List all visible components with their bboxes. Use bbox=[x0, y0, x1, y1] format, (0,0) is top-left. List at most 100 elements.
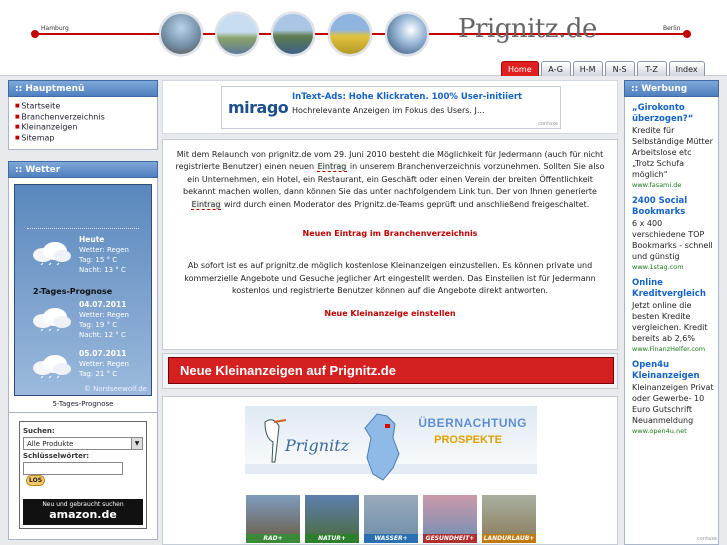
sidebar-ad-title[interactable]: Open4u Kleinanzeigen bbox=[632, 360, 715, 382]
amazon-keywords-input[interactable] bbox=[23, 462, 123, 475]
classifieds-banner[interactable]: Neue Kleinanzeigen auf Prignitz.de bbox=[168, 357, 614, 384]
sidebar-ad[interactable]: Open4u Kleinanzeigen Kleinanzeigen Priva… bbox=[632, 360, 715, 436]
weather-widget[interactable]: Heute Wetter: Regen Tag: 15 ° C Nacht: 1… bbox=[14, 184, 152, 396]
site-logo[interactable]: Prignitz.de bbox=[458, 14, 597, 44]
amazon-category-select[interactable]: Alle Produkte ▼ bbox=[23, 437, 143, 450]
five-day-forecast-link[interactable]: 5-Tages-Prognose bbox=[14, 400, 152, 408]
werbung-network-label: contaxe bbox=[697, 536, 717, 542]
sidebar-ad-url[interactable]: www.1stag.com bbox=[632, 262, 715, 272]
two-day-forecast-label: 2-Tages-Prognose bbox=[33, 287, 113, 296]
new-classified-link[interactable]: Neue Kleinanzeige einstellen bbox=[175, 308, 605, 320]
header-photo-lake bbox=[271, 12, 315, 56]
new-entry-link[interactable]: Neuen Eintrag im Branchenverzeichnis bbox=[175, 228, 605, 240]
thumb-wasser[interactable]: WASSER+ bbox=[363, 494, 419, 544]
tab-t-z[interactable]: T-Z bbox=[636, 61, 667, 76]
site-header: Hamburg Berlin Prignitz.de Home A-G H-M … bbox=[0, 0, 727, 76]
rain-cloud-icon bbox=[33, 308, 71, 331]
weather-day1-night-temp: Nacht: 12 ° C bbox=[79, 331, 126, 339]
main-menu: :: Hauptmenü Startseite Branchenverzeich… bbox=[8, 80, 158, 150]
weather-box: :: Wetter Heute Wetter: Regen Tag: 15 ° … bbox=[8, 161, 158, 421]
germany-map-icon bbox=[364, 413, 400, 481]
header-photo-field bbox=[328, 12, 372, 56]
ad-network-label: contaxe bbox=[538, 121, 558, 127]
sidebar-ad-url[interactable]: www.fasami.de bbox=[632, 180, 715, 190]
thumb-gesundheit[interactable]: GESUNDHEIT+ bbox=[422, 494, 478, 544]
sidebar-ad-url[interactable]: www.open4u.net bbox=[632, 426, 715, 436]
berlin-dot bbox=[683, 30, 691, 38]
menu-item-sitemap[interactable]: Sitemap bbox=[15, 133, 151, 144]
promo-brand: Prignitz bbox=[285, 436, 350, 455]
sidebar-ad-text: 6 x 400 verschiedene TOP Bookmarks - sch… bbox=[632, 219, 713, 261]
menu-item-kleinanzeigen[interactable]: Kleinanzeigen bbox=[15, 122, 151, 133]
mirago-logo: mirago bbox=[228, 98, 289, 117]
menu-item-startseite[interactable]: Startseite bbox=[15, 101, 151, 112]
weather-day1-heading: 04.07.2011 bbox=[79, 300, 127, 309]
weather-day2-condition: Wetter: Regen bbox=[79, 360, 129, 368]
amazon-go-button[interactable]: LOS bbox=[26, 475, 46, 486]
weather-credit[interactable]: © Nordseewolf.de bbox=[84, 385, 147, 393]
intro-paragraph: Mit dem Relaunch von prignitz.de vom 29.… bbox=[175, 150, 605, 210]
sidebar-ad[interactable]: 2400 Social Bookmarks 6 x 400 verschiede… bbox=[632, 196, 715, 272]
ad-title[interactable]: InText-Ads: Hohe Klickraten. 100% User-i… bbox=[292, 92, 522, 102]
nav-tabs: Home A-G H-M N-S T-Z Index bbox=[501, 61, 705, 76]
sidebar-ad-title[interactable]: Online Kreditvergleich bbox=[632, 278, 715, 300]
sidebar-ad-text: Kleinanzeigen Privat oder Gewerbe- 10 Eu… bbox=[632, 383, 714, 425]
sidebar-ad-title[interactable]: 2400 Social Bookmarks bbox=[632, 196, 715, 218]
weather-divider bbox=[27, 228, 139, 229]
rain-cloud-icon bbox=[33, 242, 71, 265]
amazon-search-box: Suchen: Alle Produkte ▼ Schlüsselwörter:… bbox=[8, 412, 158, 540]
sidebar-ad-text: Kredite für Selbständige Mütter Arbeitsl… bbox=[632, 126, 713, 179]
amazon-brand-line: Neu und gebraucht suchen bbox=[42, 501, 124, 508]
thumb-natur[interactable]: NATUR+ bbox=[304, 494, 360, 544]
header-photo-lighthouse bbox=[215, 12, 259, 56]
weather-title: :: Wetter bbox=[8, 161, 158, 178]
weather-today-heading: Heute bbox=[79, 235, 105, 244]
text-ad-banner: mirago InText-Ads: Hohe Klickraten. 100%… bbox=[162, 80, 618, 134]
amazon-search-label: Suchen: bbox=[23, 427, 55, 435]
accommodation-brochure-banner[interactable]: Prignitz ÜBERNACHTUNG PROSPEKTE RAD+ NAT… bbox=[245, 406, 537, 544]
promo-subheadline: PROSPEKTE bbox=[434, 434, 502, 446]
thumb-rad[interactable]: RAD+ bbox=[245, 494, 301, 544]
menu-item-branchenverzeichnis[interactable]: Branchenverzeichnis bbox=[15, 112, 151, 123]
weather-today-condition: Wetter: Regen bbox=[79, 246, 129, 254]
sidebar-ad[interactable]: Online Kreditvergleich Jetzt online die … bbox=[632, 278, 715, 354]
classifieds-banner-box: Neue Kleinanzeigen auf Prignitz.de bbox=[162, 353, 618, 389]
weather-day1-condition: Wetter: Regen bbox=[79, 311, 129, 319]
eintrag-link[interactable]: Eintrag bbox=[316, 162, 348, 173]
header-photo-stork bbox=[385, 12, 429, 56]
eintrag-link[interactable]: Eintrag bbox=[190, 199, 222, 210]
chevron-down-icon[interactable]: ▼ bbox=[131, 438, 142, 449]
tab-a-g[interactable]: A-G bbox=[540, 61, 571, 76]
weather-day1-day-temp: Tag: 19 ° C bbox=[79, 321, 118, 329]
rain-cloud-icon bbox=[33, 355, 71, 378]
sidebar-ad-url[interactable]: www.FinanzHelfer.com bbox=[632, 344, 715, 354]
promo-thumbnails: RAD+ NATUR+ WASSER+ GESUNDHEIT+ LANDURLA… bbox=[245, 494, 537, 544]
amazon-keywords-label: Schlüsselwörter: bbox=[23, 452, 90, 460]
advertising-column: :: Werbung „Girokonto überzogen?“ Kredit… bbox=[624, 80, 719, 545]
werbung-title: :: Werbung bbox=[624, 80, 719, 97]
weather-today-day-temp: Tag: 15 ° C bbox=[79, 256, 118, 264]
city-berlin: Berlin bbox=[663, 25, 681, 32]
amazon-category-value: Alle Produkte bbox=[27, 440, 74, 448]
weather-day2-day-temp: Tag: 21 ° C bbox=[79, 370, 118, 378]
header-photo-boat bbox=[159, 12, 203, 56]
weather-day2-heading: 05.07.2011 bbox=[79, 349, 127, 358]
city-hamburg: Hamburg bbox=[41, 25, 69, 32]
classifieds-paragraph: Ab sofort ist es auf prignitz.de möglich… bbox=[184, 261, 596, 296]
tab-index[interactable]: Index bbox=[668, 61, 705, 76]
promo-headline: ÜBERNACHTUNG bbox=[418, 416, 527, 430]
tab-n-s[interactable]: N-S bbox=[604, 61, 635, 76]
tab-home[interactable]: Home bbox=[501, 61, 539, 76]
mirago-ad[interactable]: mirago InText-Ads: Hohe Klickraten. 100%… bbox=[221, 86, 561, 129]
hamburg-dot bbox=[31, 30, 39, 38]
intro-content: Mit dem Relaunch von prignitz.de vom 29.… bbox=[162, 139, 618, 350]
sidebar-ad-title[interactable]: „Girokonto überzogen?“ bbox=[632, 103, 715, 125]
tab-h-m[interactable]: H-M bbox=[572, 61, 603, 76]
amazon-brand-name: amazon.de bbox=[49, 508, 117, 521]
sidebar-ad[interactable]: „Girokonto überzogen?“ Kredite für Selbs… bbox=[632, 103, 715, 190]
sidebar-ad-text: Jetzt online die besten Kredite vergleic… bbox=[632, 301, 708, 343]
thumb-landurlaub[interactable]: LANDURLAUB+ bbox=[481, 494, 537, 544]
amazon-logo[interactable]: Neu und gebraucht suchen amazon.de bbox=[23, 499, 143, 525]
weather-today-night-temp: Nacht: 13 ° C bbox=[79, 266, 126, 274]
promo-box: Prignitz ÜBERNACHTUNG PROSPEKTE RAD+ NAT… bbox=[162, 396, 618, 545]
